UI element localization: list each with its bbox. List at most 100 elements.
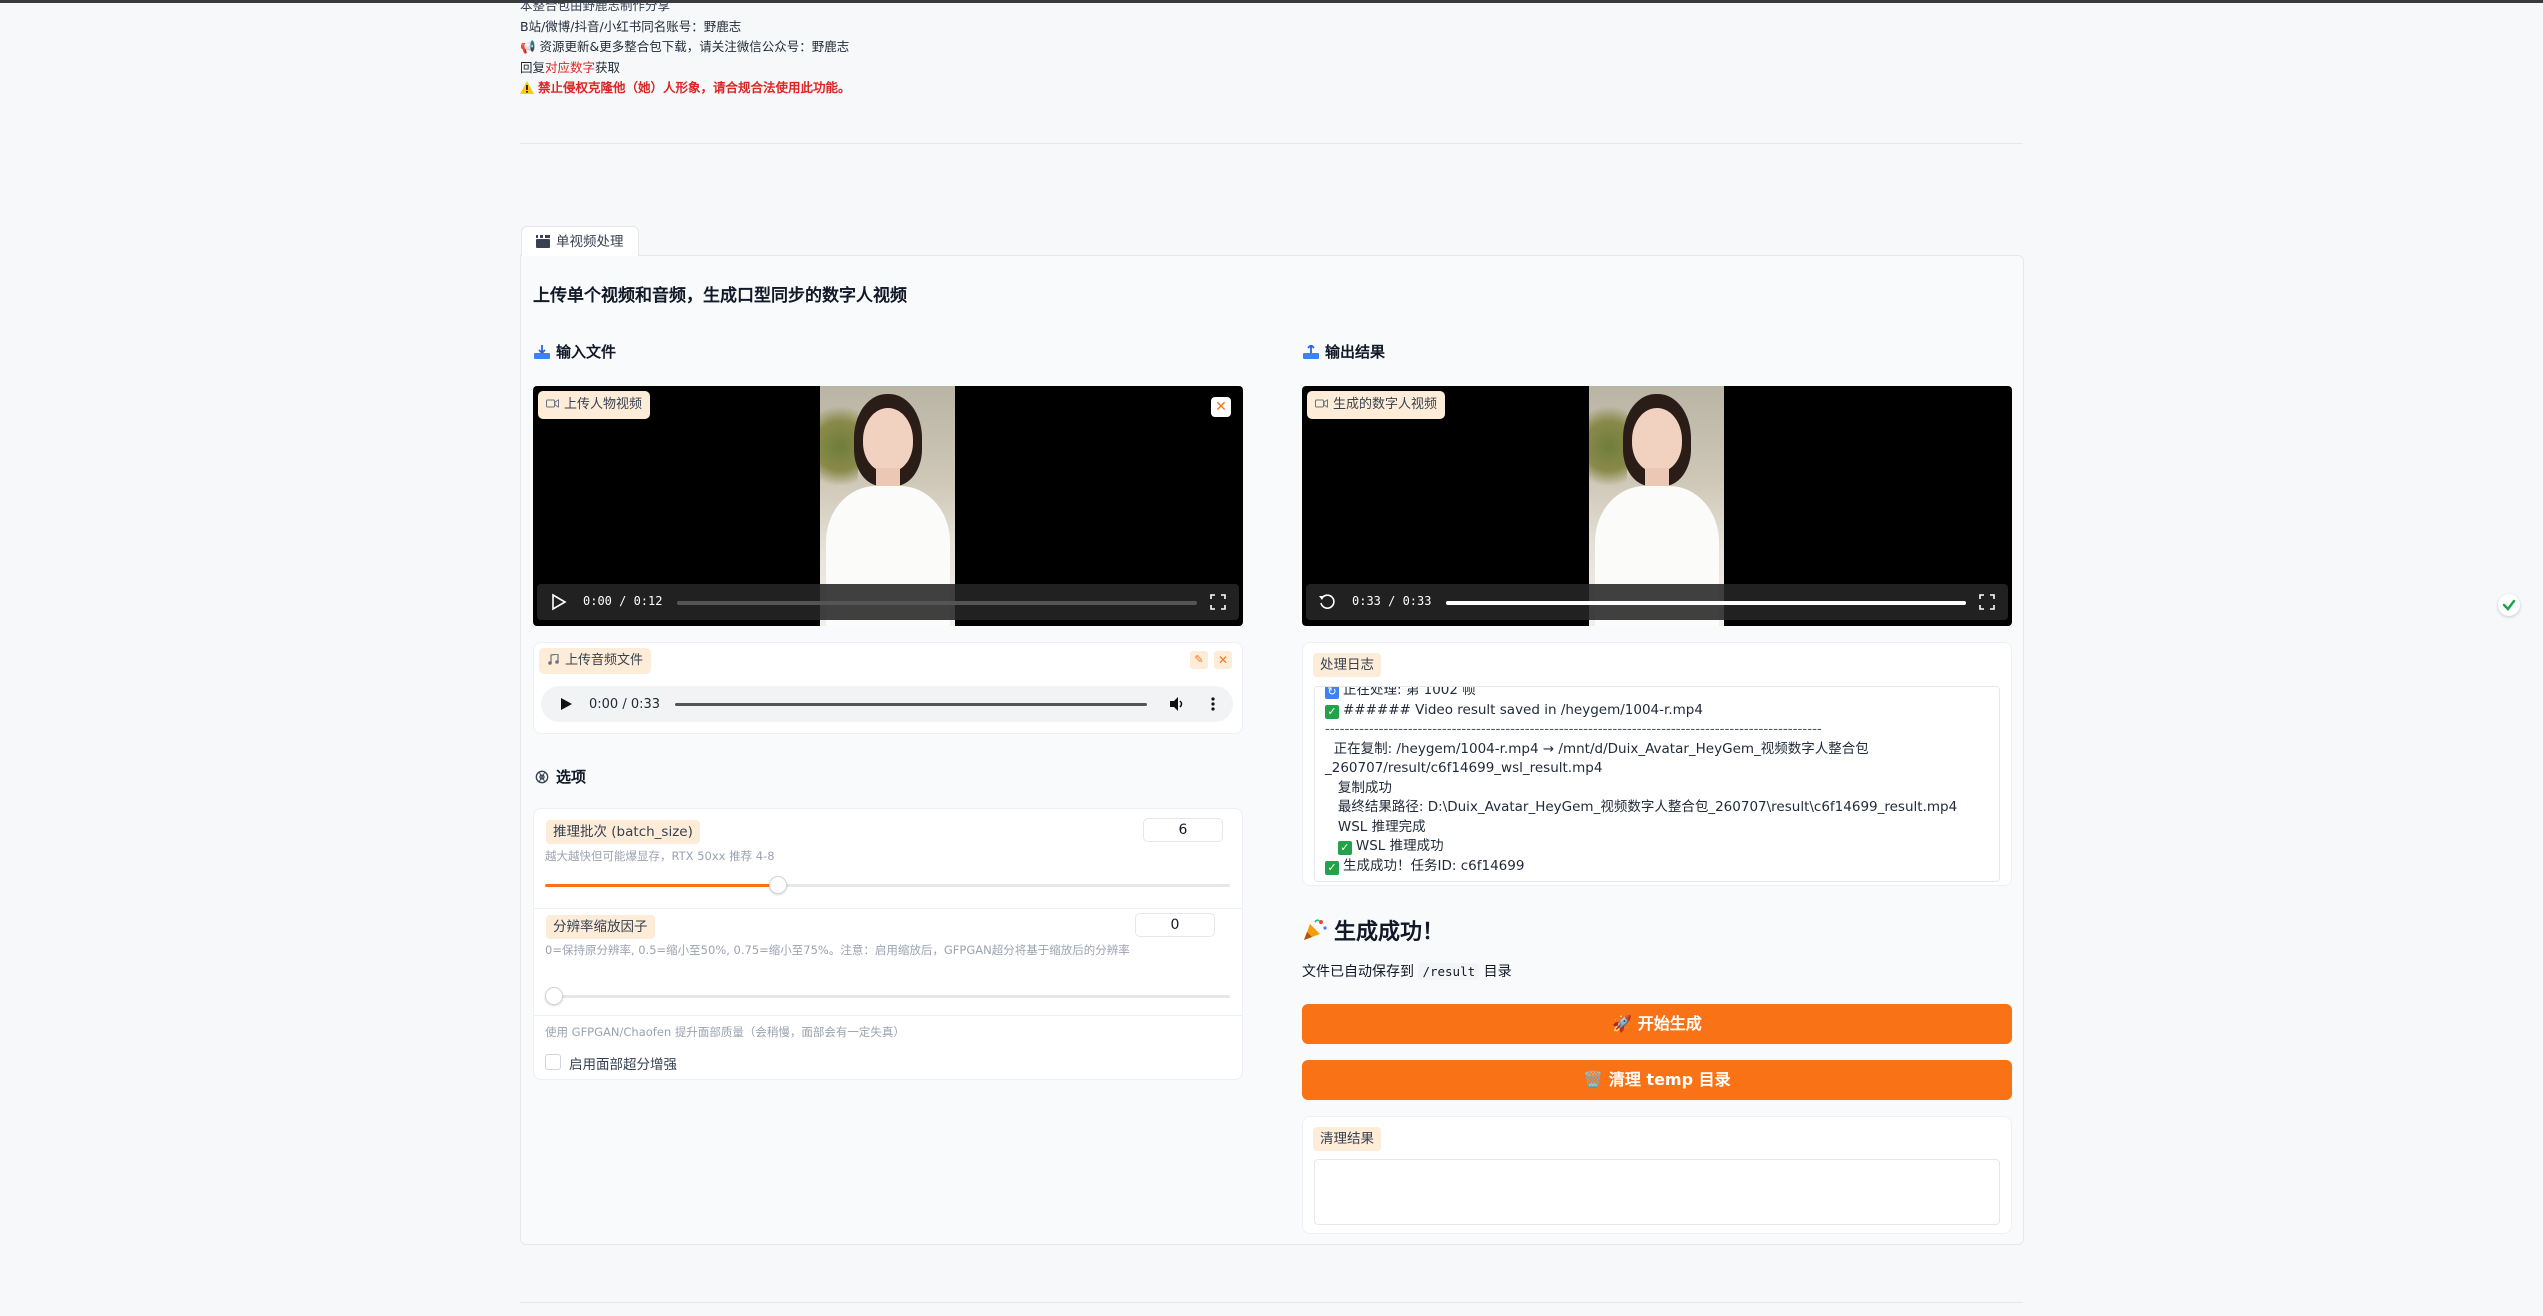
intro-line-4-red: 对应数字: [545, 59, 596, 75]
intro-line-1: 本整合包由野鹿志制作分享: [520, 0, 671, 13]
intro-line-4-post: 获取: [595, 59, 621, 75]
more-options-icon[interactable]: [1205, 696, 1221, 712]
intro-warning: 禁止侵权克隆他（她）人形象，请合规合法使用此功能。: [520, 78, 2020, 99]
gfpgan-checkbox-label: 启用面部超分增强: [569, 1057, 677, 1073]
input-video-progress[interactable]: [677, 601, 1197, 605]
warning-icon: [520, 81, 534, 94]
success-heading-text: 生成成功！: [1334, 920, 1445, 945]
video-camera-icon: [546, 399, 559, 408]
gfpgan-hint: 使用 GFPGAN/Chaofen 提升面部质量（会稍慢，面部会有一定失真）: [545, 1025, 905, 1039]
intro-text: 本整合包由野鹿志制作分享 B站/微博/抖音/小红书同名账号：野鹿志 📢 资源更新…: [520, 0, 2020, 99]
output-video-time: 0:33 / 0:33: [1352, 594, 1432, 608]
tab-label: 单视频处理: [556, 234, 624, 250]
clapperboard-icon: [536, 235, 550, 248]
divider-bottom: [520, 1302, 2023, 1303]
clean-temp-button[interactable]: 🗑️ 清理 temp 目录: [1302, 1060, 2012, 1100]
saved-code: /result: [1418, 963, 1480, 980]
options-divider: [534, 908, 1242, 909]
scale-factor-hint: 0=保持原分辨率, 0.5=缩小至50%, 0.75=缩小至75%。注意：启用缩…: [545, 943, 1130, 957]
party-popper-icon: [1304, 919, 1327, 940]
batch-size-hint: 越大越快但可能爆显存，RTX 50xx 推荐 4-8: [545, 849, 775, 863]
check-logo-icon: [2502, 599, 2516, 611]
log-line: 最终结果路径: D:\Duix_Avatar_HeyGem_视频数字人整合包_2…: [1325, 799, 1958, 815]
page-title: 上传单个视频和音频，生成口型同步的数字人视频: [533, 286, 907, 306]
audio-badge: 上传音频文件: [539, 648, 652, 674]
input-video-badge-label: 上传人物视频: [564, 397, 643, 412]
output-section-title: 输出结果: [1303, 341, 1385, 362]
intro-warning-text: 禁止侵权克隆他（她）人形象，请合规合法使用此功能。: [538, 80, 851, 95]
log-line: ✓ ###### Video result saved in /heygem/10…: [1325, 701, 1989, 721]
log-line: ✓ WSL 推理成功: [1325, 837, 1989, 857]
inbox-icon: [534, 345, 550, 359]
play-icon[interactable]: [559, 697, 573, 711]
intro-line-3: 📢 资源更新&更多整合包下载，请关注微信公众号：野鹿志: [520, 39, 850, 54]
log-textarea[interactable]: ↻ 正在处理: 第 1002 帧 ✓ ###### Video result sav…: [1314, 686, 2000, 882]
log-label-text: 处理日志: [1313, 653, 1381, 677]
outbox-icon: [1303, 345, 1319, 359]
log-line: ↻ 正在处理: 第 1002 帧: [1325, 687, 1989, 701]
intro-line-2: B站/微博/抖音/小红书同名账号：野鹿志: [520, 18, 742, 34]
divider-top: [520, 143, 2023, 144]
output-video-controls: 0:33 / 0:33: [1306, 584, 2008, 620]
music-note-icon: [548, 654, 559, 665]
input-section-title: 输入文件: [534, 341, 616, 362]
play-icon[interactable]: [549, 593, 567, 611]
batch-size-label: 推理批次 (batch_size): [546, 820, 700, 844]
input-video-player[interactable]: 上传人物视频 ✕ 0:00 / 0:12: [533, 386, 1243, 626]
output-video-badge-label: 生成的数字人视频: [1333, 397, 1438, 412]
output-video-progress[interactable]: [1446, 601, 1966, 605]
scale-factor-input[interactable]: 0: [1135, 913, 1215, 937]
audio-time: 0:00 / 0:33: [589, 697, 661, 712]
input-video-controls: 0:00 / 0:12: [537, 584, 1239, 620]
output-video-badge: 生成的数字人视频: [1307, 391, 1446, 419]
options-section-title: 选项: [534, 766, 586, 787]
intro-line-4: 回复对应数字获取: [520, 58, 2020, 79]
audio-badge-label: 上传音频文件: [565, 653, 644, 668]
scale-factor-slider[interactable]: [545, 995, 1230, 998]
input-section-label: 输入文件: [556, 343, 617, 361]
saved-post: 目录: [1483, 964, 1512, 980]
tab-single-video[interactable]: 单视频处理: [521, 226, 639, 256]
replay-icon[interactable]: [1318, 593, 1336, 611]
saved-pre: 文件已自动保存到: [1302, 964, 1414, 980]
audio-progress[interactable]: [675, 703, 1147, 706]
input-video-badge: 上传人物视频: [538, 391, 651, 419]
log-line: ----------------------------------------…: [1325, 721, 1822, 737]
log-line: _260707/result/c6f14699_wsl_result.mp4: [1325, 760, 1603, 776]
output-video-player[interactable]: 生成的数字人视频 0:33 / 0:33: [1302, 386, 2012, 626]
log-line: 复制成功: [1325, 779, 1392, 796]
audio-clear-button[interactable]: ✕: [1214, 651, 1232, 669]
audio-player[interactable]: 0:00 / 0:33: [541, 686, 1233, 722]
output-section-label: 输出结果: [1325, 343, 1386, 361]
saved-path-text: 文件已自动保存到 /result 目录: [1302, 961, 1512, 981]
scale-factor-label: 分辨率缩放因子: [546, 915, 655, 939]
log-line: WSL 推理完成: [1325, 818, 1426, 835]
start-generate-button[interactable]: 🚀 开始生成: [1302, 1004, 2012, 1044]
input-video-time: 0:00 / 0:12: [583, 594, 663, 608]
options-label: 选项: [556, 768, 587, 786]
video-camera-icon: [1315, 399, 1328, 408]
log-line: 正在复制: /heygem/1004-r.mp4 → /mnt/d/Duix_A…: [1325, 740, 1869, 757]
batch-size-slider-thumb[interactable]: [768, 876, 787, 894]
intro-line-4-pre: 回复: [520, 59, 546, 75]
fullscreen-icon[interactable]: [1978, 593, 1996, 611]
input-video-clear-button[interactable]: ✕: [1211, 397, 1231, 417]
fullscreen-icon[interactable]: [1209, 593, 1227, 611]
scale-factor-label-text: 分辨率缩放因子: [546, 915, 655, 939]
assistant-floating-icon[interactable]: [2498, 594, 2520, 616]
log-line: ✓ 生成成功！任务ID: c6f14699: [1325, 857, 1989, 877]
log-label: 处理日志: [1313, 653, 1381, 677]
batch-size-slider[interactable]: [545, 884, 1230, 887]
scale-factor-slider-thumb[interactable]: [545, 987, 563, 1005]
gfpgan-checkbox[interactable]: [545, 1054, 561, 1070]
volume-icon[interactable]: [1169, 696, 1185, 712]
gear-icon: [535, 770, 549, 784]
clean-result-label-text: 清理结果: [1313, 1127, 1381, 1151]
batch-size-input[interactable]: 6: [1143, 818, 1223, 842]
batch-size-label-text: 推理批次 (batch_size): [546, 820, 700, 844]
options-divider: [534, 1015, 1242, 1016]
clean-result-label: 清理结果: [1313, 1127, 1381, 1151]
success-heading: 生成成功！: [1302, 914, 1444, 946]
edit-icon[interactable]: ✎: [1190, 651, 1208, 669]
clean-result-textarea[interactable]: [1314, 1159, 2000, 1225]
